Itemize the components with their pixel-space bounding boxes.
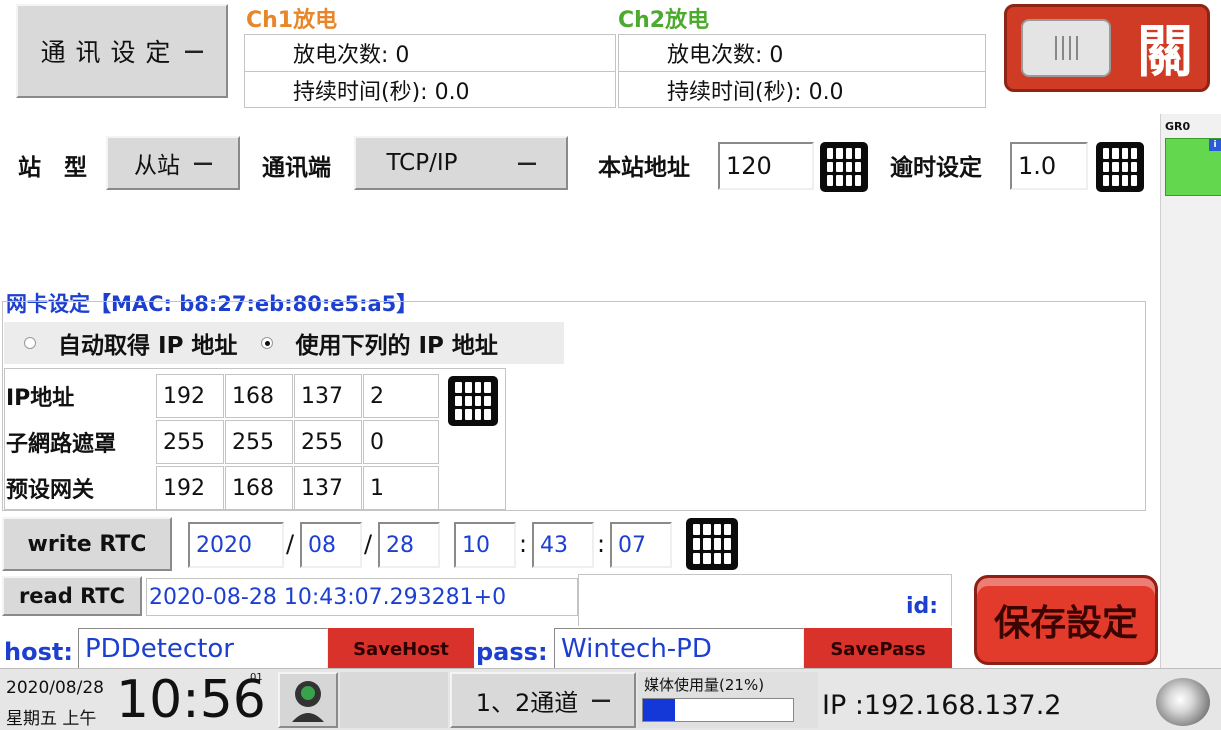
radio-unchecked-icon[interactable] [24, 337, 36, 349]
gateway-octet-1[interactable]: 192 [156, 466, 224, 510]
gr-label: GR0 [1165, 120, 1191, 133]
host-label: host: [4, 638, 73, 666]
gateway-octet-2[interactable]: 168 [225, 466, 293, 510]
mask-octet-4[interactable]: 0 [363, 420, 439, 464]
rtc-read-value: 2020-08-28 10:43:07.293281+0 [146, 578, 578, 616]
time-separator: : [597, 530, 606, 558]
keypad-icon[interactable] [686, 518, 738, 570]
ch1-count: 放电次数: 0 [245, 35, 615, 72]
grip-icon [1054, 36, 1078, 60]
write-rtc-button[interactable]: write RTC [2, 517, 172, 571]
read-rtc-label: read RTC [18, 584, 126, 608]
right-side-panel: GR0 i [1160, 114, 1221, 670]
rtc-year-input[interactable]: 2020 [188, 522, 284, 568]
mask-octet-3[interactable]: 255 [294, 420, 362, 464]
media-usage-label: 媒体使用量(21%) [644, 676, 765, 694]
close-toggle-button[interactable]: 關 [1004, 4, 1210, 92]
status-blank-panel [340, 672, 448, 728]
save-settings-label: 保存設定 [993, 603, 1138, 644]
station-type-label: 站 型 [18, 155, 87, 181]
info-icon: i [1209, 139, 1221, 151]
station-type-value: 从站 [134, 153, 180, 179]
auto-ip-label: 自动取得 IP 地址 [58, 333, 238, 359]
user-avatar-button[interactable] [278, 672, 338, 728]
gr0-indicator[interactable]: i [1165, 138, 1221, 196]
timeout-input[interactable]: 1.0 [1010, 142, 1088, 190]
dropdown-icon [517, 161, 536, 165]
station-address-label: 本站地址 [598, 155, 690, 181]
keypad-icon[interactable] [448, 376, 498, 426]
status-seconds: 01 [250, 672, 263, 683]
read-rtc-button[interactable]: read RTC [2, 576, 142, 616]
save-pass-button[interactable]: SavePass [804, 628, 952, 670]
channel-value: 1、2通道 [475, 688, 579, 717]
rtc-day-input[interactable]: 28 [378, 522, 440, 568]
auto-ip-option[interactable]: 自动取得 IP 地址 [24, 326, 237, 360]
ip-address-label: IP地址 [6, 386, 75, 411]
media-usage-fill [643, 699, 675, 721]
write-rtc-label: write RTC [27, 531, 147, 557]
save-host-button[interactable]: SaveHost [328, 628, 474, 670]
pass-input[interactable]: Wintech-PD [554, 628, 804, 670]
timeout-label: 逾时设定 [890, 155, 982, 181]
close-label: 關 [1137, 19, 1193, 85]
comm-port-select[interactable]: TCP/IP [354, 136, 568, 190]
dropdown-icon [592, 698, 611, 702]
power-knob-icon[interactable] [1156, 678, 1210, 726]
station-address-input[interactable]: 120 [718, 142, 814, 190]
status-ip: IP :192.168.137.2 [822, 690, 1062, 721]
host-input[interactable]: PDDetector [78, 628, 328, 670]
radio-checked-icon[interactable] [261, 337, 274, 349]
date-separator: / [286, 530, 295, 558]
ch2-panel: 放电次数: 0 持续时间(秒): 0.0 [618, 34, 986, 108]
time-separator: : [519, 530, 528, 558]
comm-port-value: TCP/IP [386, 150, 458, 176]
gateway-octet-3[interactable]: 137 [294, 466, 362, 510]
save-settings-button[interactable]: 保存設定 [974, 575, 1158, 665]
user-icon [292, 681, 324, 722]
rtc-hour-input[interactable]: 10 [454, 522, 516, 568]
media-usage-panel: 媒体使用量(21%) [638, 672, 818, 728]
status-weekday: 星期五 上午 [6, 709, 97, 729]
ip-octet-2[interactable]: 168 [225, 374, 293, 418]
subnet-mask-label: 子網路遮罩 [6, 432, 117, 457]
ch2-duration: 持续时间(秒): 0.0 [667, 80, 844, 105]
ip-octet-3[interactable]: 137 [294, 374, 362, 418]
id-panel [578, 574, 952, 626]
station-type-select[interactable]: 从站 [106, 136, 240, 190]
status-date: 2020/08/28 [6, 678, 104, 698]
mask-octet-1[interactable]: 255 [156, 420, 224, 464]
ip-mode-radio-group: 自动取得 IP 地址 使用下列的 IP 地址 [4, 322, 564, 364]
id-label: id: [906, 594, 939, 619]
pass-label: pass: [476, 638, 548, 666]
ip-octet-1[interactable]: 192 [156, 374, 224, 418]
date-separator: / [364, 530, 373, 558]
toggle-knob [1021, 19, 1111, 77]
keypad-icon[interactable] [820, 142, 868, 192]
manual-ip-option[interactable]: 使用下列的 IP 地址 [261, 326, 498, 360]
comm-port-label: 通讯端 [262, 155, 331, 181]
mask-octet-2[interactable]: 255 [225, 420, 293, 464]
ch2-count: 放电次数: 0 [619, 35, 985, 72]
rtc-minute-input[interactable]: 43 [532, 522, 594, 568]
dropdown-icon [194, 161, 212, 165]
rtc-second-input[interactable]: 07 [610, 522, 672, 568]
gateway-label: 预设网关 [6, 478, 95, 503]
media-usage-bar [642, 698, 794, 722]
manual-ip-label: 使用下列的 IP 地址 [295, 333, 498, 359]
ip-octet-4[interactable]: 2 [363, 374, 439, 418]
gateway-octet-4[interactable]: 1 [363, 466, 439, 510]
rtc-month-input[interactable]: 08 [300, 522, 362, 568]
comm-settings-button[interactable]: 通 讯 设 定 [16, 4, 228, 98]
dropdown-icon [185, 49, 204, 53]
ch1-duration: 持续时间(秒): 0.0 [293, 80, 470, 105]
channel-select[interactable]: 1、2通道 [450, 672, 636, 728]
ch1-title: Ch1放电 [246, 8, 338, 33]
comm-settings-label: 通 讯 设 定 [40, 38, 172, 67]
ch2-title: Ch2放电 [618, 8, 710, 33]
ch1-panel: 放电次数: 0 持续时间(秒): 0.0 [244, 34, 616, 108]
status-clock: 10:56 [116, 670, 266, 730]
keypad-icon[interactable] [1096, 142, 1144, 192]
